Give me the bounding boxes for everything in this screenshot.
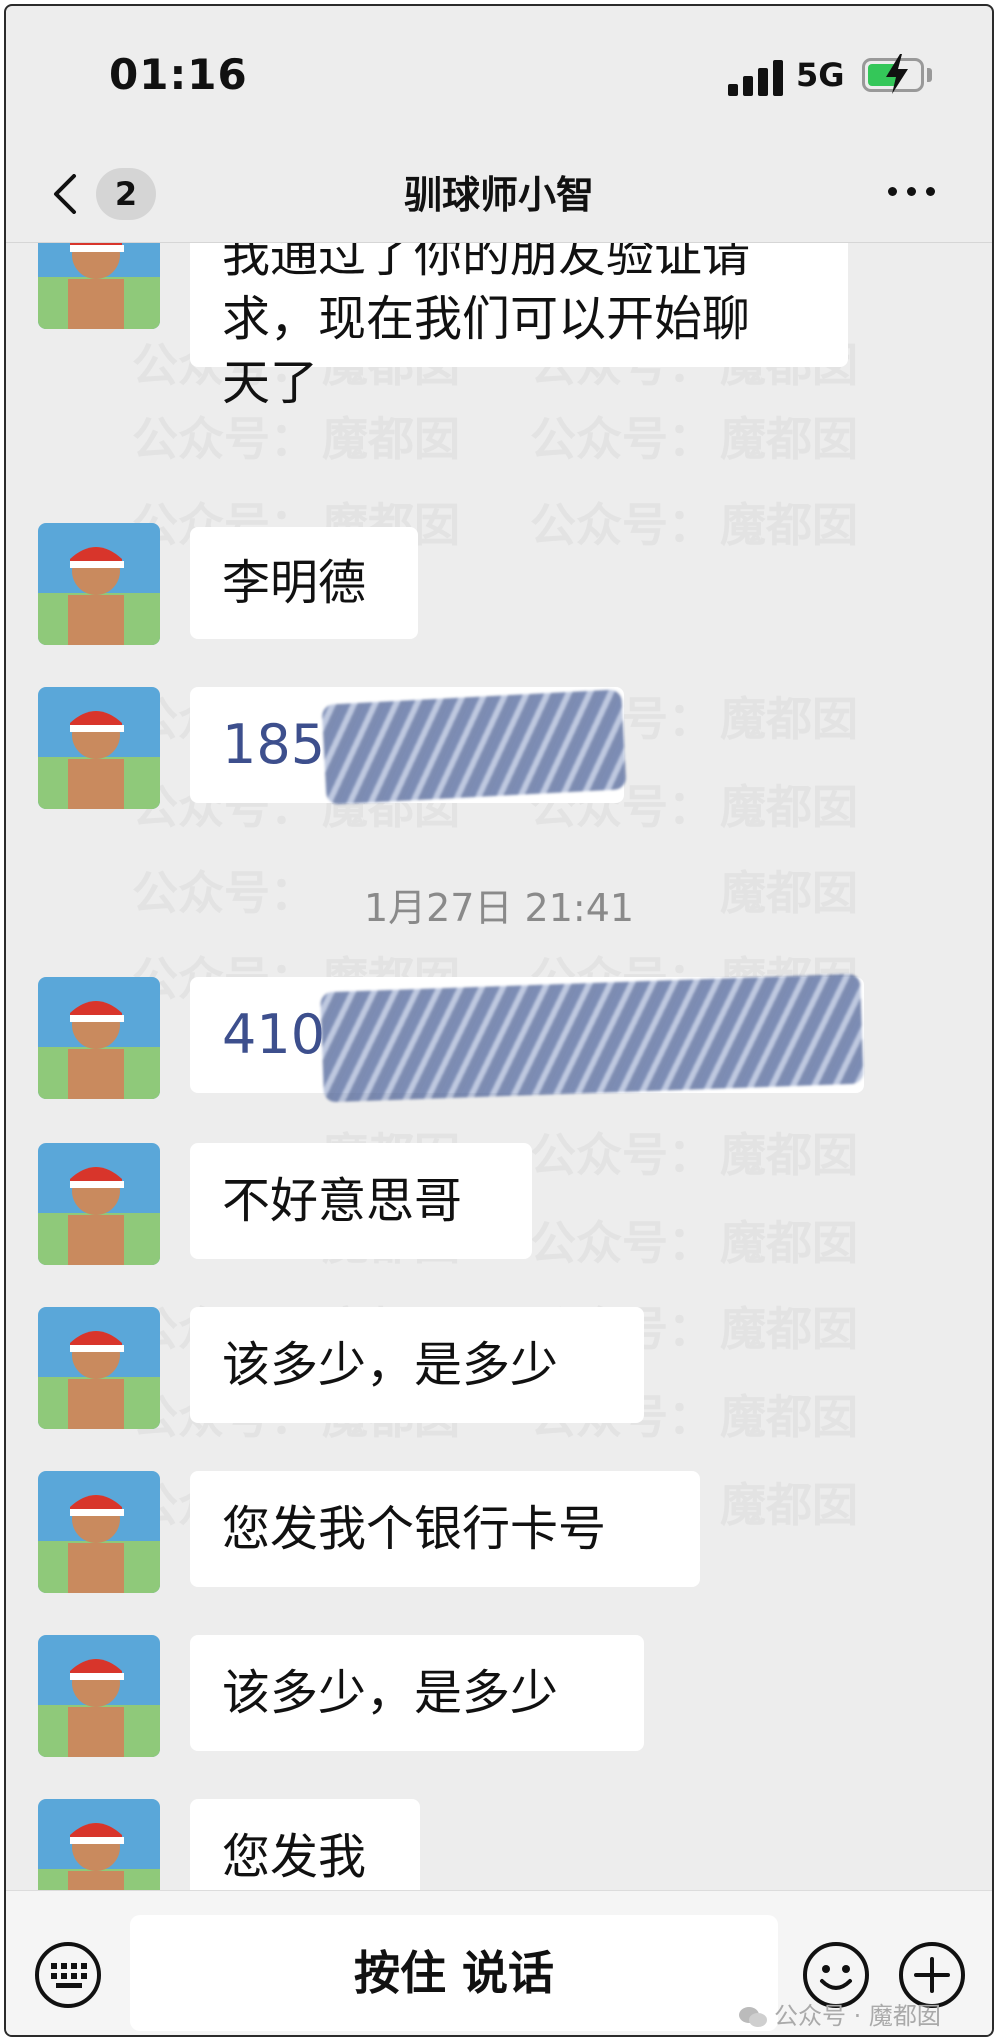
message-bubble[interactable]: 该多少，是多少 — [190, 1635, 644, 1751]
phone-screen: 01:16 5G 2 驯球师小智 公众号： 魔都囡 公众号： 魔都囡 公众号： … — [4, 4, 994, 2037]
status-time: 01:16 — [109, 50, 248, 99]
message-bubble[interactable]: 您发我 — [190, 1799, 420, 1890]
avatar[interactable] — [38, 1307, 160, 1429]
message-list[interactable]: 公众号：魔都囡 公众号：魔都囡 公众号：魔都囡 公众号：魔都囡 公众号：魔都囡 … — [6, 243, 992, 1890]
avatar[interactable] — [38, 687, 160, 809]
message-bubble[interactable]: 不好意思哥 — [190, 1143, 532, 1259]
wechat-icon — [739, 2007, 767, 2027]
avatar[interactable] — [38, 1471, 160, 1593]
signal-icon — [728, 58, 786, 96]
redacted-number-prefix: 410 — [222, 1003, 326, 1066]
message-bubble[interactable]: 我通过了你的朋友验证请 求，现在我们可以开始聊 天了 — [190, 243, 848, 411]
source-watermark: 公众号 · 魔都囡 — [738, 1996, 941, 2031]
status-bar: 01:16 5G — [6, 6, 992, 146]
message-bubble[interactable]: 该多少，是多少 — [190, 1307, 644, 1423]
message-line: 天了 — [222, 355, 319, 411]
keyboard-icon[interactable] — [34, 1941, 102, 2009]
message-line: 求，现在我们可以开始聊 — [222, 291, 751, 347]
more-icon[interactable] — [884, 176, 940, 206]
avatar[interactable] — [38, 1143, 160, 1265]
redaction-scribble — [320, 973, 864, 1103]
avatar[interactable] — [38, 1635, 160, 1757]
network-label: 5G — [796, 56, 845, 94]
redacted-number-prefix: 185 — [222, 713, 326, 776]
avatar[interactable] — [38, 523, 160, 645]
hold-to-talk-button[interactable]: 按住 说话 — [130, 1915, 778, 2031]
avatar[interactable] — [38, 977, 160, 1099]
charging-bolt-icon — [886, 54, 908, 94]
redaction-scribble — [321, 689, 627, 805]
chat-title: 驯球师小智 — [403, 173, 594, 217]
message-bubble[interactable]: 李明德 — [190, 527, 418, 639]
avatar[interactable] — [38, 1799, 160, 1890]
source-watermark-text: 公众号 · 魔都囡 — [774, 2002, 941, 2030]
message-line: 我通过了你的朋友验证请 — [222, 243, 751, 283]
message-bubble[interactable]: 您发我个银行卡号 — [190, 1471, 700, 1587]
chat-timestamp: 1月27日 21:41 — [363, 886, 635, 930]
chat-header: 2 驯球师小智 — [6, 146, 992, 243]
battery-cap — [927, 68, 932, 82]
avatar[interactable] — [38, 243, 160, 329]
